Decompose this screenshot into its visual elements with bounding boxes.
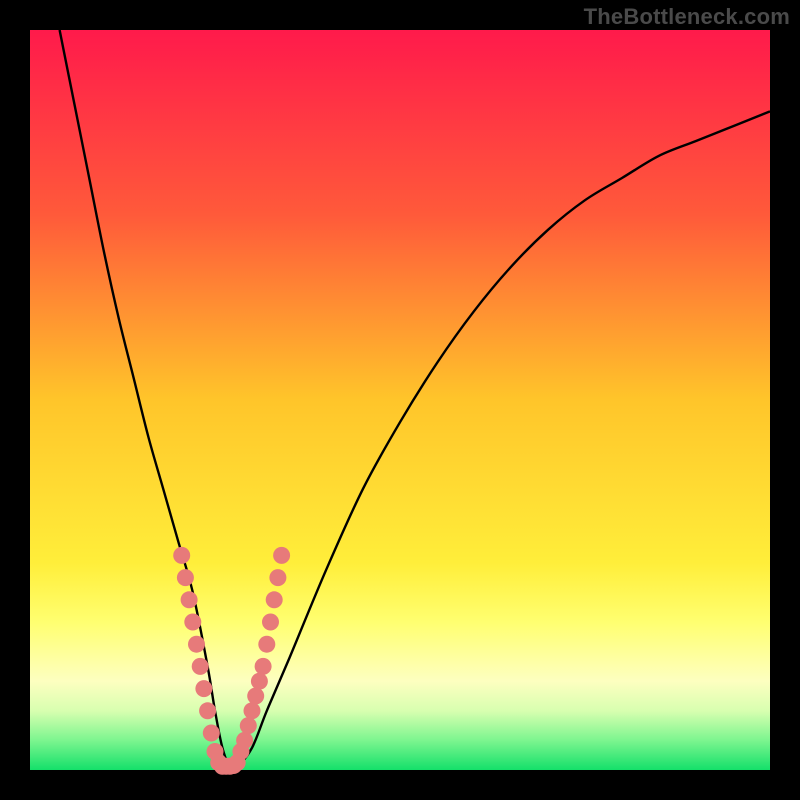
data-point <box>269 569 286 586</box>
data-point <box>244 702 261 719</box>
plot-background <box>30 30 770 770</box>
data-point <box>199 702 216 719</box>
chart-frame: TheBottleneck.com <box>0 0 800 800</box>
data-point <box>195 680 212 697</box>
data-point <box>188 636 205 653</box>
data-point <box>173 547 190 564</box>
data-point <box>273 547 290 564</box>
data-point <box>258 636 275 653</box>
watermark-text: TheBottleneck.com <box>584 4 790 30</box>
bottleneck-chart <box>0 0 800 800</box>
data-point <box>262 614 279 631</box>
data-point <box>240 717 257 734</box>
data-point <box>251 673 268 690</box>
data-point <box>181 591 198 608</box>
data-point <box>266 591 283 608</box>
data-point <box>247 688 264 705</box>
data-point <box>255 658 272 675</box>
data-point <box>192 658 209 675</box>
data-point <box>177 569 194 586</box>
data-point <box>203 725 220 742</box>
data-point <box>236 732 253 749</box>
data-point <box>184 614 201 631</box>
